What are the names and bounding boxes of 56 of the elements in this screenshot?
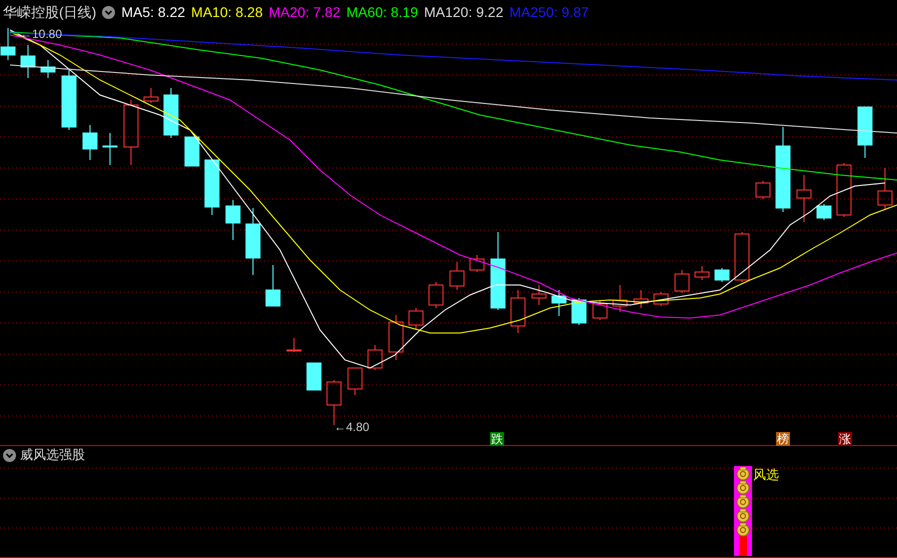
candlestick xyxy=(408,308,424,330)
candlestick xyxy=(246,208,260,276)
candlestick xyxy=(714,268,730,282)
candlestick xyxy=(368,344,382,370)
signal-label: 风选 xyxy=(753,466,779,484)
candlestick xyxy=(572,298,586,326)
indicator-panel-title: 威风选强股 xyxy=(20,446,85,464)
candlestick xyxy=(184,136,200,166)
candlestick xyxy=(124,100,138,166)
candlestick xyxy=(450,262,464,290)
stock-title: 华嵘控股(日线) xyxy=(3,2,96,22)
indicator-value: MA120: 9.22 xyxy=(424,2,504,22)
signal-marker: 涨 xyxy=(838,432,852,446)
candlestick xyxy=(286,338,302,352)
candlestick xyxy=(144,88,158,104)
collapse-icon[interactable] xyxy=(3,448,16,462)
candlestick xyxy=(470,254,484,272)
candlestick xyxy=(0,28,16,60)
candlestick xyxy=(592,300,608,320)
candlestick xyxy=(836,162,852,218)
candlestick xyxy=(62,70,76,130)
candlestick xyxy=(532,284,546,306)
candlestick xyxy=(348,368,362,396)
candlestick xyxy=(20,44,36,78)
candlestick xyxy=(82,124,98,160)
candlestick xyxy=(734,232,750,282)
indicator-value: MA60: 8.19 xyxy=(346,2,418,22)
candlestick xyxy=(878,168,892,210)
indicator-value: MA10: 8.28 xyxy=(191,2,263,22)
signal-marker: 榜 xyxy=(776,432,790,446)
indicator-value: MA5: 8.22 xyxy=(121,2,186,22)
candlestick xyxy=(204,160,220,216)
indicator-value: MA250: 9.87 xyxy=(509,2,589,22)
candlestick xyxy=(552,290,566,316)
candlestick xyxy=(694,266,710,280)
candlestick xyxy=(634,290,648,308)
candlestick xyxy=(612,284,628,312)
candlestick xyxy=(388,314,404,360)
candlestick xyxy=(858,106,872,158)
candlestick xyxy=(306,362,322,390)
candlestick xyxy=(428,282,444,308)
candlestick xyxy=(510,290,526,334)
candlestick xyxy=(226,200,240,240)
collapse-icon[interactable] xyxy=(102,6,116,18)
candlestick xyxy=(756,180,770,200)
candlestick xyxy=(266,264,280,306)
candlestick xyxy=(796,174,812,222)
candlestick xyxy=(40,60,56,78)
indicator-value: MA20: 7.82 xyxy=(268,2,340,22)
candlestick xyxy=(674,270,690,294)
low-price-label: ←4.80 xyxy=(334,420,370,434)
candlestick xyxy=(654,292,668,306)
candlestick xyxy=(816,204,832,220)
candlestick xyxy=(102,132,118,166)
candlestick xyxy=(164,88,178,138)
signal-marker: 跌 xyxy=(490,432,504,446)
